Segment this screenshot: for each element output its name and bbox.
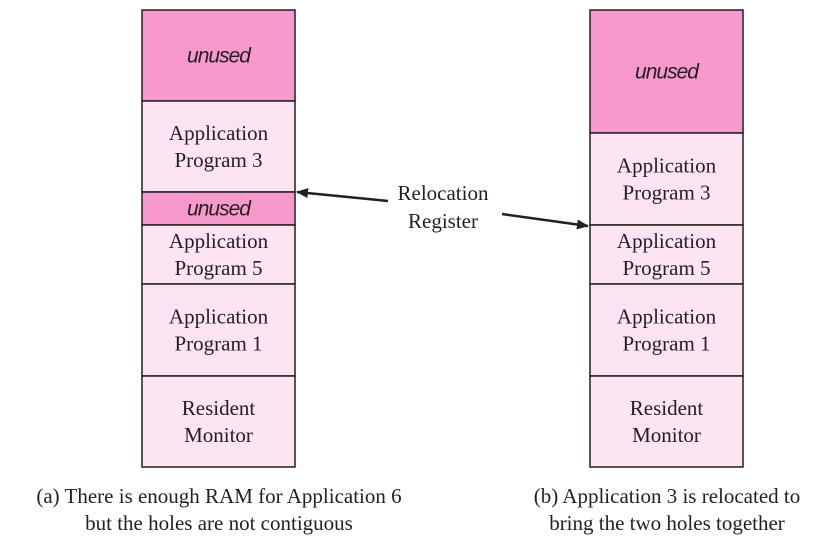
block-label: Program 3 [622, 181, 710, 205]
caption-a-line1: (a) There is enough RAM for Application … [36, 484, 401, 508]
block-label: Monitor [184, 423, 253, 447]
memory-column-a: unused Application Program 3 unused Applicat… [141, 9, 296, 468]
program-block [589, 283, 744, 377]
block-label: unused [187, 45, 252, 68]
caption-b-line1: (b) Application 3 is relocated to [534, 484, 801, 508]
block-label: Application [169, 305, 269, 329]
block-label: Program 1 [174, 332, 262, 356]
block-label: Application [617, 305, 717, 329]
block-label: Program 1 [622, 332, 710, 356]
block-label: Program 5 [174, 256, 262, 280]
block-label: Program 5 [622, 256, 710, 280]
memory-column-b: unused Application Program 3 Application Pro… [589, 9, 744, 468]
caption-a-line2: but the holes are not contiguous [85, 511, 353, 535]
program-block [141, 100, 296, 193]
relocation-register-label-1: Relocation [398, 181, 489, 205]
program-block [589, 132, 744, 226]
program-block [141, 375, 296, 468]
block-label: Resident [630, 396, 704, 420]
block-label: unused [635, 61, 700, 84]
caption-b-line2: bring the two holes together [549, 511, 785, 535]
block-label: Application [617, 154, 717, 178]
block-label: Resident [182, 396, 256, 420]
block-label: Application [169, 229, 269, 253]
arrow-to-right-column [501, 212, 589, 230]
program-block [141, 283, 296, 377]
relocation-register-label-2: Register [408, 209, 478, 233]
block-label: Monitor [632, 423, 701, 447]
memory-relocation-diagram: unused Application Program 3 unused Applicat… [36, 9, 801, 535]
block-label: Application [169, 121, 269, 145]
block-label: unused [187, 198, 252, 221]
block-label: Application [617, 229, 717, 253]
arrow-to-left-column [296, 188, 389, 203]
block-label: Program 3 [174, 148, 262, 172]
program-block [589, 375, 744, 468]
